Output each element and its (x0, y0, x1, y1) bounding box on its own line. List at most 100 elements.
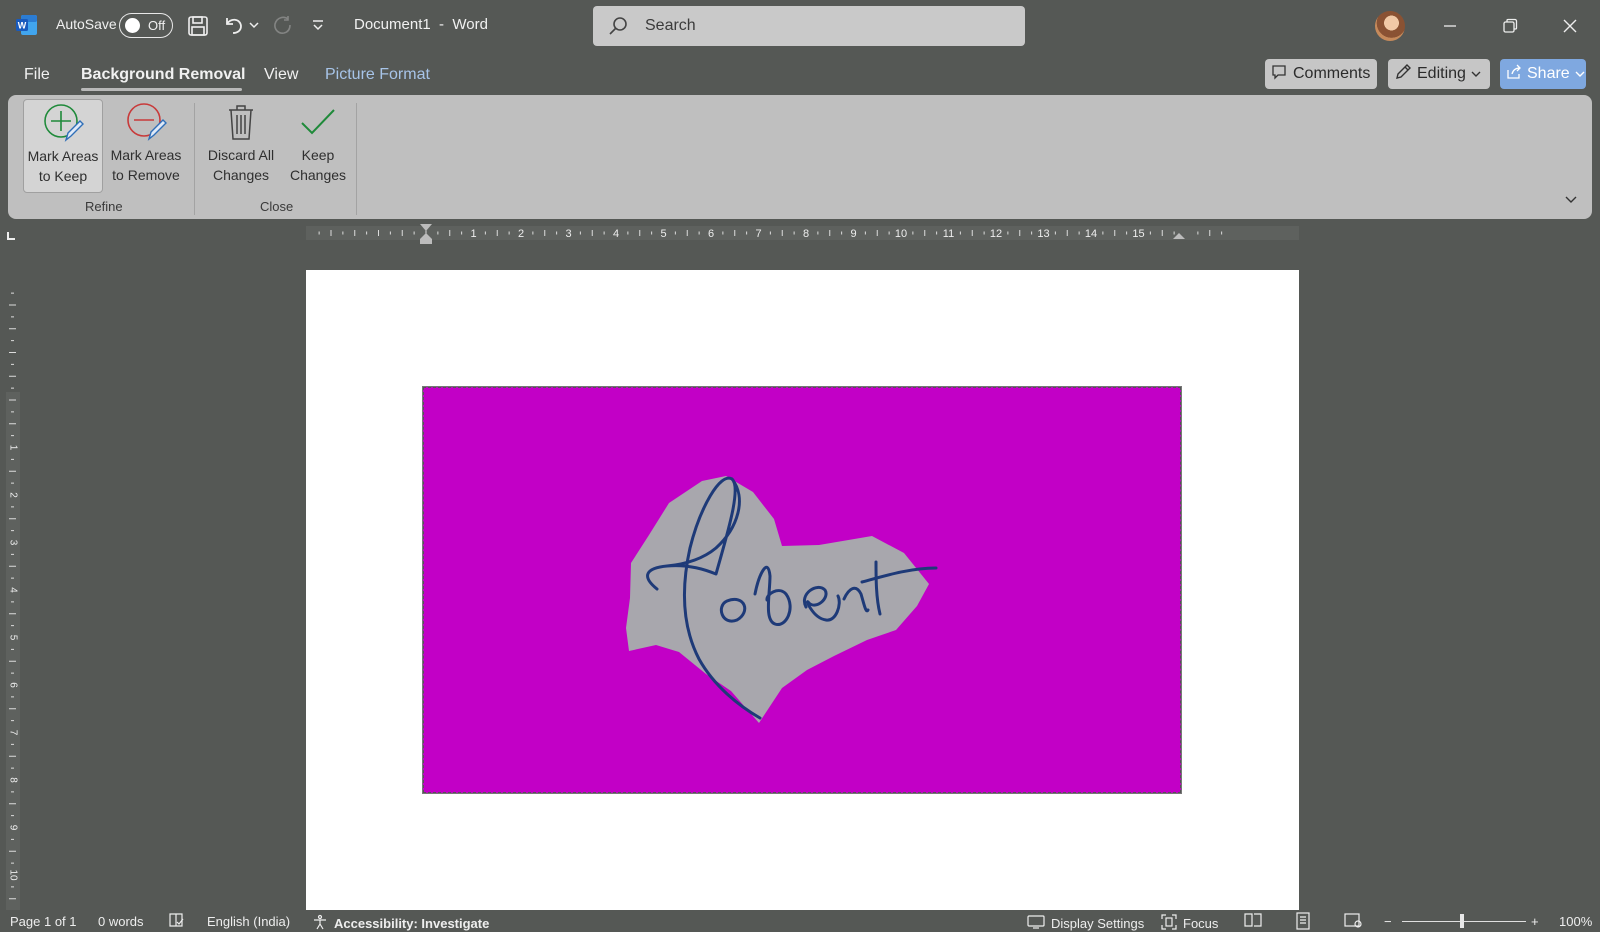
display-settings-label: Display Settings (1051, 916, 1145, 931)
tab-file[interactable]: File (24, 66, 50, 84)
ruler-number: 4 (7, 587, 18, 593)
toggle-knob (125, 18, 140, 33)
share-button[interactable]: Share (1500, 59, 1586, 89)
mark-remove-label-1: Mark Areas (110, 147, 182, 163)
vertical-ruler[interactable]: 1 2 3 4 5 6 7 8 9 10 (0, 280, 26, 910)
accessibility-status[interactable]: Accessibility: Investigate (312, 914, 489, 932)
mark-remove-label-2: to Remove (112, 167, 180, 183)
document-page[interactable] (306, 270, 1299, 910)
search-icon (607, 15, 629, 37)
zoom-slider-thumb[interactable] (1460, 914, 1464, 928)
zoom-in-button[interactable]: + (1531, 914, 1539, 929)
page-count[interactable]: Page 1 of 1 (10, 914, 77, 929)
undo-dropdown-icon[interactable] (248, 16, 260, 34)
close-icon[interactable] (1556, 12, 1584, 40)
focus-icon (1161, 914, 1177, 932)
focus-mode[interactable]: Focus (1161, 914, 1218, 932)
mark-areas-to-remove-button[interactable]: Mark Areas to Remove (105, 99, 187, 193)
ruler-number: 7 (7, 730, 18, 736)
zoom-slider[interactable] (1402, 921, 1526, 922)
mark-areas-to-keep-button[interactable]: Mark Areas to Keep (23, 99, 103, 193)
comments-label: Comments (1293, 65, 1371, 82)
autosave-state: Off (148, 18, 166, 33)
word-count[interactable]: 0 words (98, 914, 144, 929)
status-bar: Page 1 of 1 0 words English (India) Acce… (0, 910, 1600, 932)
ruler-number: 1 (7, 445, 18, 451)
save-icon[interactable] (186, 14, 210, 38)
left-indent-box[interactable] (420, 239, 432, 244)
search-box[interactable]: Search (593, 6, 1025, 46)
autosave-toggle[interactable]: Off (119, 13, 173, 38)
title-bar: W AutoSave Off Document1 - Word Search (0, 0, 1600, 52)
mark-remove-icon (123, 99, 169, 145)
autosave-label: AutoSave (56, 16, 117, 32)
keep-changes-button[interactable]: Keep Changes (278, 99, 358, 193)
editing-button[interactable]: Editing (1388, 59, 1490, 89)
ribbon-separator (194, 103, 195, 215)
checkmark-icon (295, 99, 341, 145)
comments-button[interactable]: Comments (1265, 59, 1377, 89)
customize-icon[interactable] (310, 15, 326, 35)
mark-keep-icon (40, 100, 86, 146)
share-icon (1506, 64, 1522, 85)
minimize-icon[interactable] (1436, 12, 1464, 40)
web-layout-icon[interactable] (1344, 912, 1362, 928)
print-layout-icon[interactable] (1295, 912, 1311, 930)
active-tab-indicator (81, 88, 242, 91)
language[interactable]: English (India) (207, 914, 290, 929)
vertical-ruler-active-area (6, 392, 20, 910)
keep-changes-label-2: Changes (289, 167, 347, 183)
signature-picture[interactable] (422, 386, 1182, 794)
ruler-number: 12 (990, 228, 1002, 240)
comment-icon (1271, 64, 1287, 85)
tab-view[interactable]: View (264, 66, 298, 84)
chevron-down-icon (1471, 65, 1481, 83)
avatar[interactable] (1375, 11, 1405, 41)
read-mode-icon[interactable] (1244, 912, 1262, 928)
display-settings[interactable]: Display Settings (1027, 914, 1144, 932)
ruler-number: 5 (660, 228, 666, 240)
ruler-number: 7 (755, 228, 761, 240)
mark-keep-label-1: Mark Areas (27, 148, 99, 164)
tab-picture-format[interactable]: Picture Format (325, 66, 430, 84)
mark-keep-label-2: to Keep (38, 168, 88, 184)
ruler-number: 9 (850, 228, 856, 240)
display-settings-icon (1027, 914, 1045, 932)
ribbon: Mark Areas to Keep Mark Areas to Remove … (8, 95, 1592, 219)
restore-icon[interactable] (1496, 12, 1524, 40)
editing-label: Editing (1417, 65, 1466, 82)
redo-icon[interactable] (270, 13, 294, 37)
ruler-number: 2 (518, 228, 524, 240)
chevron-down-icon (1575, 65, 1585, 83)
undo-icon[interactable] (222, 13, 246, 37)
ruler-number: 13 (1037, 228, 1049, 240)
tab-background-removal[interactable]: Background Removal (81, 66, 245, 84)
ruler-number: 1 (470, 228, 476, 240)
zoom-out-button[interactable]: − (1384, 914, 1392, 929)
focus-label: Focus (1183, 916, 1219, 931)
trash-icon (218, 99, 264, 145)
proofing-icon[interactable] (168, 912, 184, 928)
zoom-percent[interactable]: 100% (1559, 914, 1592, 929)
discard-all-changes-button[interactable]: Discard All Changes (201, 99, 281, 193)
svg-text:W: W (18, 21, 27, 31)
ruler-number: 15 (1132, 228, 1144, 240)
ruler-number: 4 (613, 228, 619, 240)
accessibility-icon (312, 914, 328, 932)
ruler-number: 2 (7, 492, 18, 498)
ruler-number: 10 (895, 228, 907, 240)
share-label: Share (1527, 65, 1570, 82)
ruler-number: 5 (7, 635, 18, 641)
ruler-number: 6 (708, 228, 714, 240)
ruler-number: 11 (943, 228, 954, 240)
accessibility-label: Accessibility: Investigate (334, 916, 490, 931)
horizontal-ruler[interactable]: 1 2 3 4 5 6 7 8 9 10 11 12 13 14 15 (0, 222, 1600, 244)
ruler-number: 14 (1085, 228, 1097, 240)
group-label-refine: Refine (85, 199, 123, 214)
search-placeholder: Search (645, 17, 696, 34)
ruler-number: 3 (565, 228, 571, 240)
ruler-number: 6 (7, 682, 18, 688)
discard-label-1: Discard All (207, 147, 275, 163)
word-logo-icon: W (16, 14, 38, 36)
ribbon-collapse-chevron-icon[interactable] (1564, 191, 1582, 205)
